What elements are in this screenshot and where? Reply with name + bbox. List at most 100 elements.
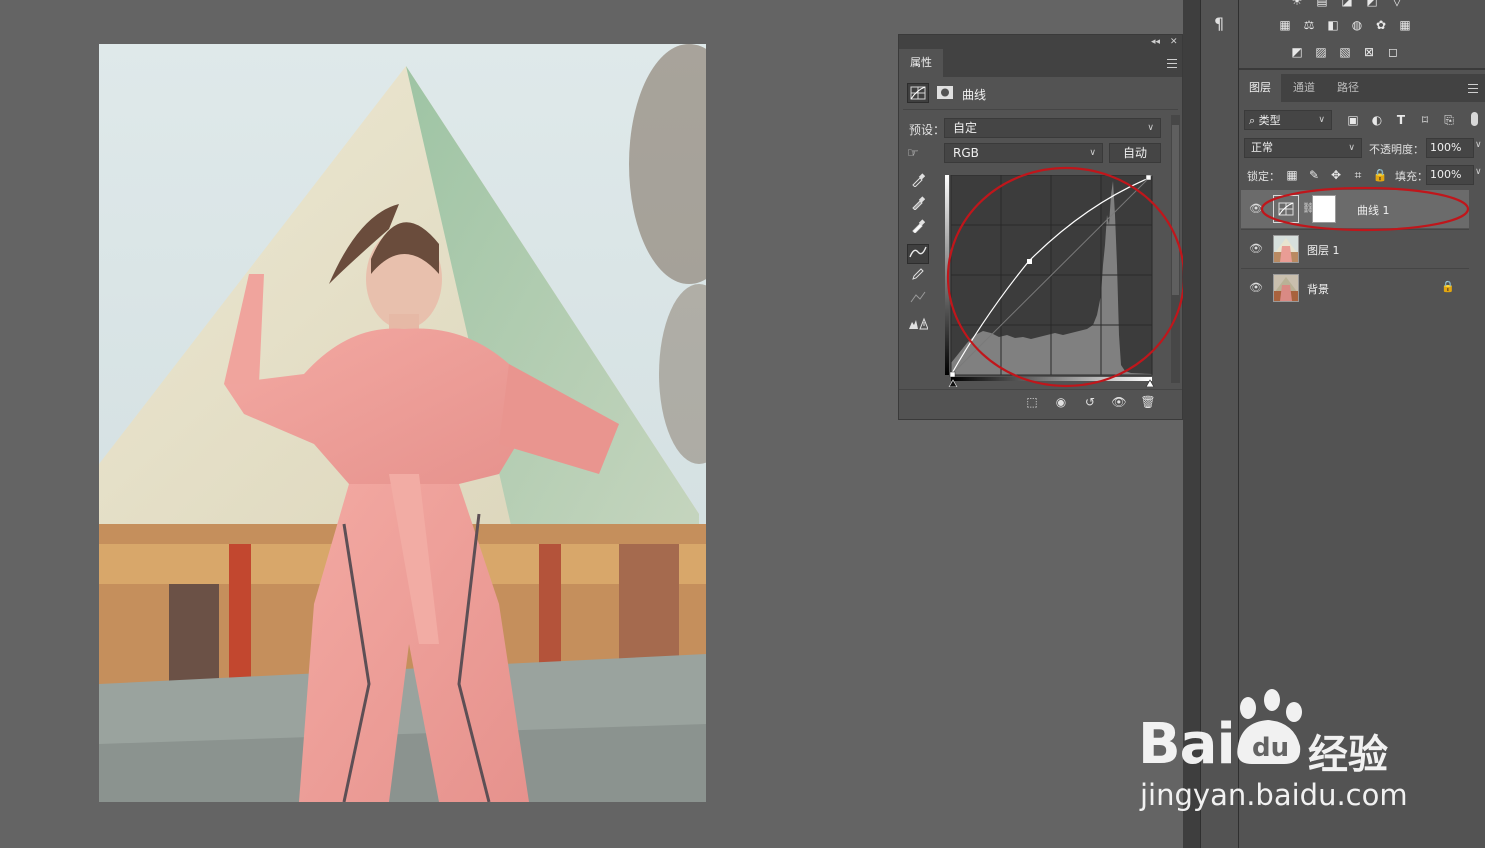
eyedropper-black-icon[interactable]: [907, 173, 929, 193]
fill-field[interactable]: 100%: [1426, 165, 1474, 185]
chevron-down-icon: ∨: [1147, 123, 1154, 133]
layer-row-background[interactable]: 👁 背景 🔒: [1241, 268, 1469, 307]
paragraph-icon[interactable]: ¶: [1214, 14, 1224, 33]
photo-illustration: [99, 44, 706, 802]
auto-button[interactable]: 自动: [1109, 143, 1161, 163]
panel-menu-icon[interactable]: [1468, 84, 1478, 93]
smart-object-filter-icon[interactable]: ⎘: [1441, 113, 1457, 127]
layer-name: 图层 1: [1307, 244, 1340, 257]
channel-select[interactable]: RGB ∨: [944, 143, 1103, 163]
chevron-down-icon: ∨: [1348, 143, 1355, 153]
layer-name: 背景: [1307, 283, 1329, 296]
smooth-curve-icon[interactable]: [907, 290, 929, 310]
layer-row-layer1[interactable]: 👁 图层 1: [1241, 229, 1469, 268]
channel-value: RGB: [953, 146, 979, 160]
mask-icon[interactable]: [936, 85, 954, 100]
posterize-icon[interactable]: ▨: [1313, 45, 1329, 59]
visibility-eye-icon[interactable]: 👁: [1249, 242, 1263, 256]
brightness-icon[interactable]: ☀: [1289, 0, 1305, 8]
tab-paths[interactable]: 路径: [1327, 74, 1369, 102]
watermark-brand: Bai: [1138, 712, 1236, 777]
invert-icon[interactable]: ◩: [1289, 45, 1305, 59]
opacity-field[interactable]: 100%: [1426, 138, 1474, 158]
divider: [903, 109, 1178, 110]
reset-icon[interactable]: ↺: [1081, 394, 1099, 410]
threshold-icon[interactable]: ▧: [1337, 45, 1353, 59]
chevron-down-icon[interactable]: ∨: [1475, 167, 1482, 177]
targeted-adjustment-icon[interactable]: ☞: [907, 145, 931, 163]
curves-icon[interactable]: ◪: [1339, 0, 1355, 8]
triangle-icon[interactable]: ▽: [1389, 0, 1405, 8]
layer-thumbnail: [1273, 235, 1299, 263]
canvas-photo[interactable]: [99, 44, 706, 802]
adjustments-panel: ☀ ▤ ◪ ◩ ▽ ▦ ⚖ ◧ ◍ ✿ ▦ ◩ ▨ ▧ ⊠ ◻: [1239, 0, 1485, 70]
filter-toggle-icon[interactable]: [1471, 112, 1478, 126]
color-lookup-icon[interactable]: ▦: [1397, 18, 1413, 32]
eyedropper-gray-icon[interactable]: [907, 196, 929, 216]
lock-icon: 🔒: [1441, 280, 1455, 293]
paw-logo: du: [1237, 689, 1302, 764]
layers-tab-row: 图层 通道 路径: [1239, 74, 1485, 102]
tab-layers[interactable]: 图层: [1239, 74, 1281, 102]
layer-filter-select[interactable]: ⌕ 类型 ∨: [1244, 110, 1332, 130]
properties-title-bar: ◂◂ ✕: [899, 35, 1182, 49]
fill-label: 填充：: [1395, 170, 1428, 183]
lock-label: 锁定：: [1247, 170, 1280, 183]
adjustment-filter-icon[interactable]: ◐: [1369, 113, 1385, 127]
watermark-suffix: 经验: [1308, 732, 1388, 778]
tab-properties[interactable]: 属性: [899, 49, 943, 77]
tab-channels[interactable]: 通道: [1283, 74, 1325, 102]
properties-tab-row: 属性: [899, 49, 1182, 77]
pixel-filter-icon[interactable]: ▣: [1345, 113, 1361, 127]
close-icon[interactable]: ✕: [1170, 35, 1178, 49]
opacity-label: 不透明度：: [1369, 143, 1424, 156]
exposure-icon[interactable]: ◩: [1364, 0, 1380, 8]
preset-select[interactable]: 自定 ∨: [944, 118, 1161, 138]
annotation-ellipse-curve: [946, 166, 1186, 388]
chevron-down-icon: ∨: [1089, 148, 1096, 158]
collapse-icon[interactable]: ◂◂: [1151, 35, 1160, 49]
blend-mode-value: 正常: [1251, 141, 1273, 154]
preset-value: 自定: [953, 121, 978, 135]
levels-icon[interactable]: ▤: [1314, 0, 1330, 8]
lock-all-icon[interactable]: 🔒: [1372, 168, 1388, 182]
visibility-eye-icon[interactable]: 👁: [1249, 281, 1263, 295]
gradient-map-icon[interactable]: ⊠: [1361, 45, 1377, 59]
properties-bottom-bar: ⬚ ◉ ↺ 👁 🗑: [899, 389, 1182, 414]
annotation-ellipse-layer: [1260, 186, 1470, 232]
hue-saturation-icon[interactable]: ▦: [1277, 18, 1293, 32]
view-previous-state-icon[interactable]: ◉: [1052, 394, 1070, 410]
lock-transparent-icon[interactable]: ▦: [1284, 168, 1300, 182]
search-icon: ⌕: [1249, 114, 1259, 127]
curve-edit-points-icon[interactable]: [907, 244, 929, 264]
type-filter-icon[interactable]: T: [1393, 113, 1409, 127]
pencil-icon[interactable]: [907, 267, 929, 287]
svg-text:du: du: [1252, 733, 1289, 763]
curves-adjustment-icon[interactable]: [907, 83, 929, 103]
color-balance-icon[interactable]: ⚖: [1301, 18, 1317, 32]
shape-filter-icon[interactable]: ⌑: [1417, 113, 1433, 127]
preset-label: 预设：: [909, 123, 946, 137]
lock-image-icon[interactable]: ✎: [1306, 168, 1322, 182]
watermark-url: jingyan.baidu.com: [1140, 778, 1408, 812]
adjustment-title: 曲线: [962, 88, 987, 102]
chevron-down-icon: ∨: [1318, 115, 1325, 125]
panel-menu-icon[interactable]: [1167, 59, 1177, 68]
visibility-icon[interactable]: 👁: [1110, 394, 1128, 410]
channel-mixer-icon[interactable]: ✿: [1373, 18, 1389, 32]
black-white-icon[interactable]: ◧: [1325, 18, 1341, 32]
clipping-warning-icon[interactable]: [907, 316, 929, 336]
clip-to-layer-icon[interactable]: ⬚: [1023, 394, 1041, 410]
photo-filter-icon[interactable]: ◍: [1349, 18, 1365, 32]
blend-mode-select[interactable]: 正常 ∨: [1244, 138, 1362, 158]
trash-icon[interactable]: 🗑: [1139, 394, 1157, 410]
selective-color-icon[interactable]: ◻: [1385, 45, 1401, 59]
filter-value: 类型: [1258, 114, 1281, 127]
chevron-down-icon[interactable]: ∨: [1475, 140, 1482, 150]
opacity-value: 100%: [1430, 141, 1462, 154]
fill-value: 100%: [1430, 168, 1462, 181]
eyedropper-white-icon[interactable]: [907, 219, 929, 239]
lock-artboard-icon[interactable]: ⌗: [1350, 168, 1366, 182]
layer-thumbnail: [1273, 274, 1299, 302]
lock-position-icon[interactable]: ✥: [1328, 168, 1344, 182]
